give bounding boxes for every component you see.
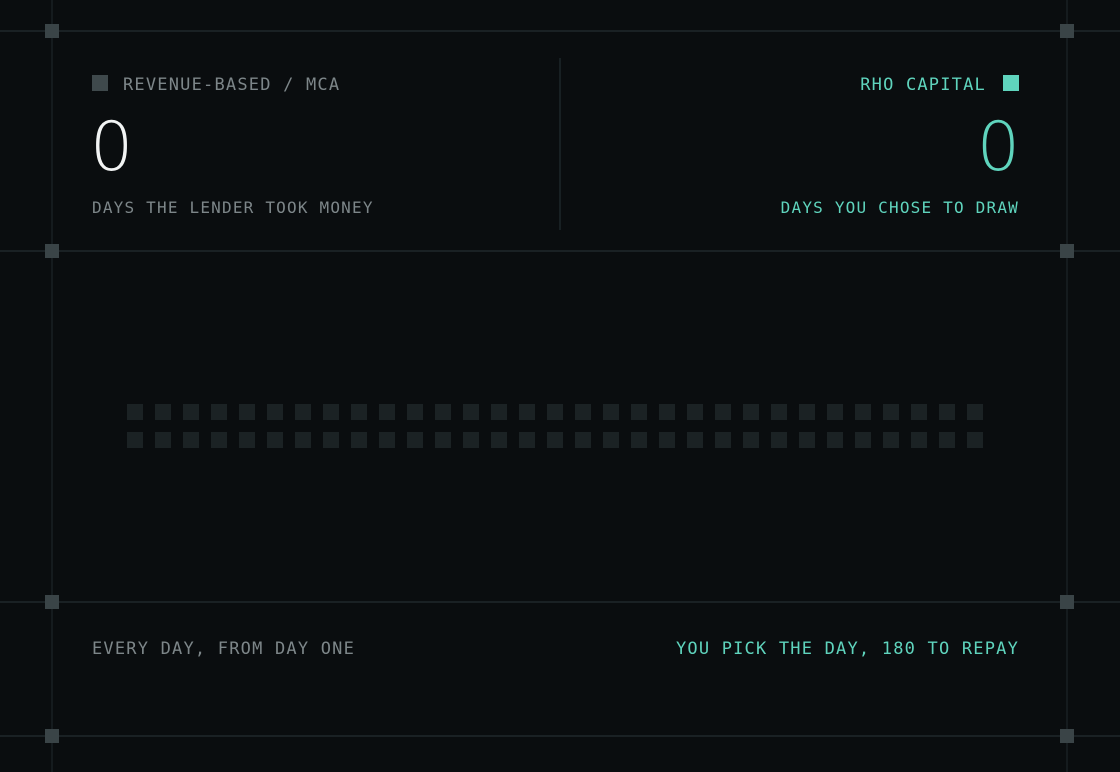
day-cell bbox=[127, 432, 143, 448]
day-cell bbox=[183, 404, 199, 420]
day-cell bbox=[491, 404, 507, 420]
day-cell bbox=[547, 432, 563, 448]
day-cell bbox=[939, 432, 955, 448]
day-cell bbox=[603, 432, 619, 448]
day-cell bbox=[659, 404, 675, 420]
frame-line-left bbox=[51, 0, 53, 772]
day-cell bbox=[631, 432, 647, 448]
day-cell bbox=[183, 432, 199, 448]
day-cell bbox=[575, 404, 591, 420]
day-cell bbox=[127, 404, 143, 420]
corner-marker bbox=[45, 729, 59, 743]
day-cell bbox=[855, 432, 871, 448]
day-cell bbox=[267, 404, 283, 420]
comparison-panel: REVENUE-BASED / MCA 0 DAYS THE LENDER TO… bbox=[0, 0, 1120, 772]
day-cell bbox=[351, 432, 367, 448]
day-cell bbox=[883, 404, 899, 420]
day-cell bbox=[379, 404, 395, 420]
panel-divider bbox=[559, 58, 561, 230]
frame-line-bottom bbox=[0, 735, 1120, 737]
day-cell bbox=[295, 404, 311, 420]
day-cell bbox=[211, 404, 227, 420]
day-cell bbox=[295, 432, 311, 448]
day-cell bbox=[743, 404, 759, 420]
day-cell bbox=[519, 404, 535, 420]
day-cell bbox=[911, 404, 927, 420]
day-cell bbox=[323, 432, 339, 448]
corner-marker bbox=[1060, 244, 1074, 258]
day-cell bbox=[323, 404, 339, 420]
corner-marker bbox=[45, 24, 59, 38]
corner-marker bbox=[1060, 24, 1074, 38]
day-grid bbox=[127, 404, 983, 448]
day-cell bbox=[799, 404, 815, 420]
corner-marker bbox=[45, 244, 59, 258]
day-cell bbox=[743, 432, 759, 448]
right-day-count: 0 bbox=[976, 108, 1020, 187]
day-cell bbox=[491, 432, 507, 448]
day-cell bbox=[407, 432, 423, 448]
day-cell bbox=[967, 432, 983, 448]
day-cell bbox=[827, 404, 843, 420]
right-panel-title: RHO CAPITAL bbox=[860, 75, 986, 95]
day-cell bbox=[463, 432, 479, 448]
day-cell bbox=[687, 404, 703, 420]
left-day-count: 0 bbox=[90, 108, 134, 187]
day-cell bbox=[939, 404, 955, 420]
day-cell bbox=[155, 432, 171, 448]
day-cell bbox=[379, 432, 395, 448]
left-panel-footer: EVERY DAY, FROM DAY ONE bbox=[92, 639, 356, 659]
day-cell bbox=[687, 432, 703, 448]
day-cell bbox=[239, 432, 255, 448]
day-cell bbox=[967, 404, 983, 420]
day-cell bbox=[659, 432, 675, 448]
corner-marker bbox=[1060, 595, 1074, 609]
left-panel-title: REVENUE-BASED / MCA bbox=[123, 75, 341, 95]
corner-marker bbox=[1060, 729, 1074, 743]
day-cell bbox=[911, 432, 927, 448]
day-cell bbox=[855, 404, 871, 420]
day-cell bbox=[519, 432, 535, 448]
right-legend-swatch bbox=[1003, 75, 1019, 91]
day-cell bbox=[715, 432, 731, 448]
day-cell bbox=[155, 404, 171, 420]
day-cell bbox=[351, 404, 367, 420]
day-cell bbox=[435, 404, 451, 420]
day-cell bbox=[239, 404, 255, 420]
left-panel-caption: DAYS THE LENDER TOOK MONEY bbox=[92, 198, 374, 217]
day-cell bbox=[603, 404, 619, 420]
day-cell bbox=[575, 432, 591, 448]
day-cell bbox=[211, 432, 227, 448]
frame-line-footer-top bbox=[0, 601, 1120, 603]
day-cell bbox=[771, 432, 787, 448]
day-cell bbox=[771, 404, 787, 420]
right-panel-caption: DAYS YOU CHOSE TO DRAW bbox=[780, 198, 1019, 217]
day-cell bbox=[547, 404, 563, 420]
right-panel-footer: YOU PICK THE DAY, 180 TO REPAY bbox=[675, 639, 1019, 659]
day-cell bbox=[883, 432, 899, 448]
day-cell bbox=[463, 404, 479, 420]
day-cell bbox=[407, 404, 423, 420]
day-cell bbox=[827, 432, 843, 448]
frame-line-right bbox=[1066, 0, 1068, 772]
day-cell bbox=[267, 432, 283, 448]
day-cell bbox=[715, 404, 731, 420]
frame-line-header-bottom bbox=[0, 250, 1120, 252]
frame-line-top bbox=[0, 30, 1120, 32]
day-cell bbox=[631, 404, 647, 420]
corner-marker bbox=[45, 595, 59, 609]
day-cell bbox=[435, 432, 451, 448]
day-cell bbox=[799, 432, 815, 448]
left-legend-swatch bbox=[92, 75, 108, 91]
